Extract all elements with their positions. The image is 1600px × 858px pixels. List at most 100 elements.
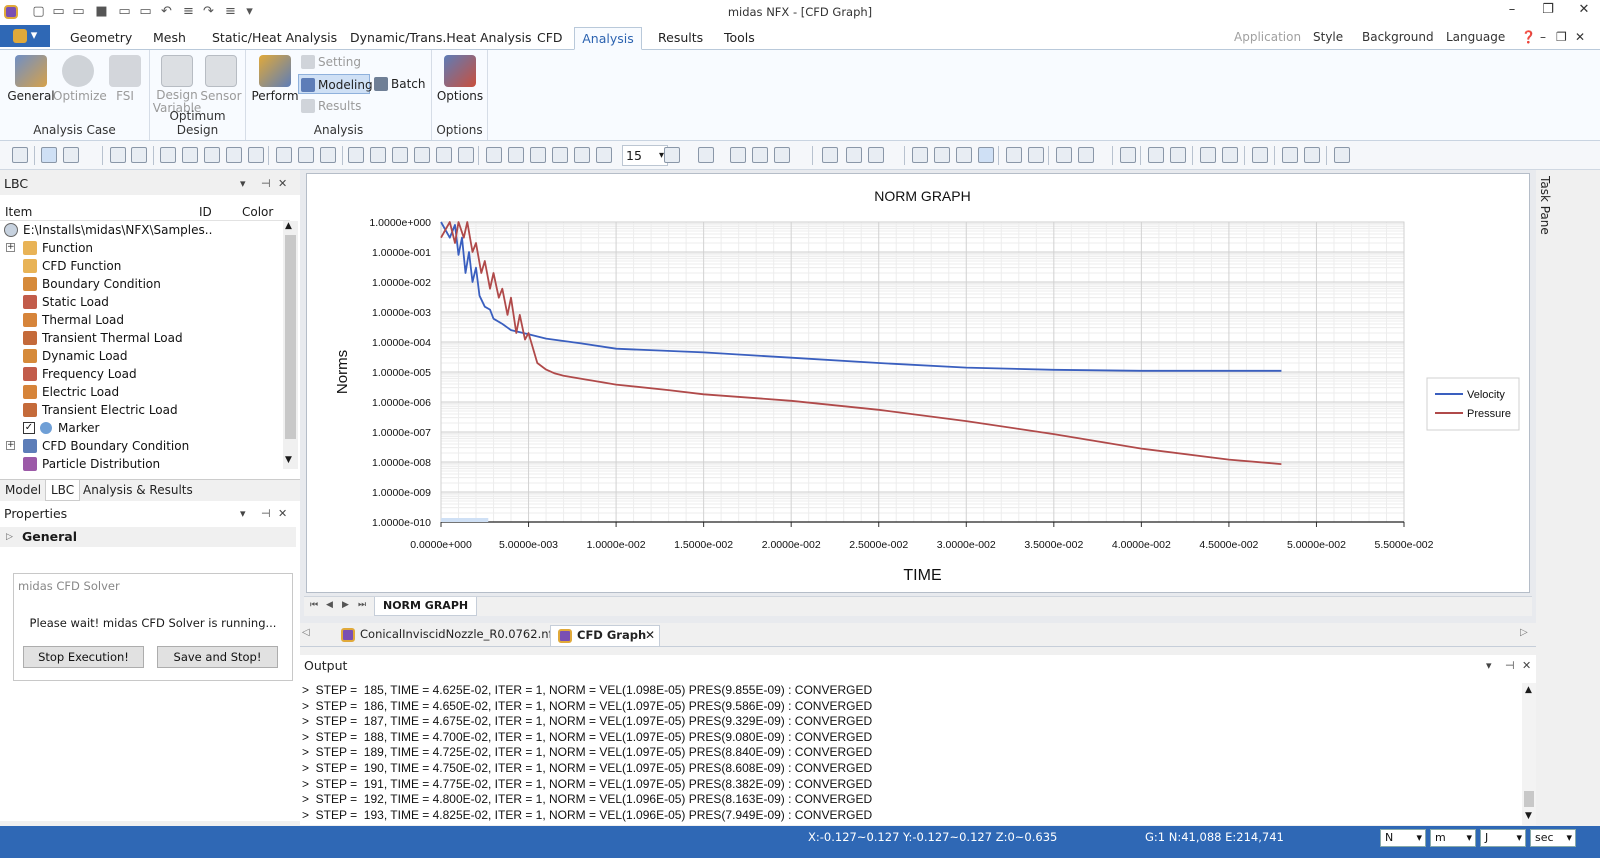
- prev-tab-icon[interactable]: ◀: [326, 600, 333, 610]
- tabs-scroll-left-icon[interactable]: ◁: [302, 627, 310, 638]
- arrow-up-icon[interactable]: [530, 147, 546, 163]
- zoom-window-icon[interactable]: [131, 147, 147, 163]
- expand-icon[interactable]: +: [6, 243, 15, 252]
- hide-icon[interactable]: [822, 147, 838, 163]
- fsi-button[interactable]: FSI: [100, 53, 150, 115]
- tab-lbc[interactable]: LBC: [45, 480, 81, 501]
- layer-icon[interactable]: [1120, 147, 1136, 163]
- expand-icon[interactable]: +: [6, 441, 15, 450]
- display-icon[interactable]: [868, 147, 884, 163]
- stop-execution-button[interactable]: Stop Execution!: [23, 646, 144, 668]
- maximize-button[interactable]: ❐: [1534, 2, 1562, 22]
- measure-icon[interactable]: [1006, 147, 1022, 163]
- arrow-right-icon[interactable]: [508, 147, 524, 163]
- pin-icon[interactable]: ⊣: [261, 173, 271, 195]
- application-menu-button[interactable]: ▾: [0, 25, 50, 47]
- setting-button[interactable]: Setting: [299, 52, 369, 72]
- snap-icon[interactable]: [1148, 147, 1164, 163]
- doc-close-button[interactable]: ✕: [1575, 30, 1585, 44]
- last-tab-icon[interactable]: ⏭: [358, 600, 366, 610]
- collapse-icon[interactable]: ▷: [6, 527, 13, 547]
- element-icon[interactable]: [1222, 147, 1238, 163]
- rotate-reverse-icon[interactable]: [226, 147, 242, 163]
- energy-unit-select[interactable]: J ▾: [1480, 829, 1526, 847]
- view-front-icon[interactable]: [348, 147, 364, 163]
- view-back-icon[interactable]: [370, 147, 386, 163]
- batch-button[interactable]: Batch: [372, 74, 428, 94]
- run-icon[interactable]: [12, 147, 28, 163]
- unlock-icon[interactable]: [63, 147, 79, 163]
- node-icon[interactable]: [1200, 147, 1216, 163]
- export-image-icon[interactable]: [1304, 147, 1320, 163]
- pen-icon[interactable]: [1334, 147, 1350, 163]
- task-pane-label[interactable]: Task Pane: [1538, 176, 1552, 235]
- query-icon[interactable]: [978, 147, 994, 163]
- capture-icon[interactable]: [1282, 147, 1298, 163]
- scroll-down-icon[interactable]: ▼: [1525, 811, 1532, 821]
- background-menu[interactable]: Background: [1362, 30, 1434, 44]
- view-top-icon[interactable]: [436, 147, 452, 163]
- scroll-up-icon[interactable]: ▲: [285, 221, 292, 231]
- panel-close-icon[interactable]: ✕: [1522, 655, 1531, 677]
- view-bottom-icon[interactable]: [458, 147, 474, 163]
- tab-results[interactable]: Results: [654, 27, 707, 50]
- output-scrollbar[interactable]: ▲ ▼: [1522, 683, 1536, 825]
- general-button[interactable]: General: [6, 53, 56, 115]
- modeling-button[interactable]: Modeling: [298, 74, 373, 94]
- tab-mesh[interactable]: Mesh: [149, 27, 190, 50]
- mesh-grid-icon[interactable]: [912, 147, 928, 163]
- minimize-button[interactable]: –: [1498, 2, 1526, 22]
- hash-icon[interactable]: [1056, 147, 1072, 163]
- tab-cfd-graph[interactable]: CFD Graph ✕: [550, 625, 660, 646]
- column-item[interactable]: Item: [5, 203, 32, 221]
- panel-close-icon[interactable]: ✕: [278, 503, 287, 525]
- panel-dropdown-icon[interactable]: ▾: [1486, 655, 1492, 677]
- tab-cfd[interactable]: CFD: [533, 27, 567, 50]
- panel-dropdown-icon[interactable]: ▾: [240, 503, 246, 525]
- options-button[interactable]: Options: [435, 53, 485, 115]
- general-section[interactable]: ▷ General: [0, 527, 296, 547]
- wireframe-icon[interactable]: [752, 147, 768, 163]
- task-pane-strip[interactable]: Task Pane: [1536, 170, 1560, 830]
- select-icon[interactable]: [1028, 147, 1044, 163]
- help-query-icon[interactable]: [1252, 147, 1268, 163]
- column-id[interactable]: ID: [199, 203, 212, 221]
- view-right-icon[interactable]: [414, 147, 430, 163]
- rotation-step-select[interactable]: 15 ▾: [622, 145, 668, 166]
- length-unit-select[interactable]: m ▾: [1430, 829, 1476, 847]
- perform-button[interactable]: Perform: [250, 53, 300, 115]
- tab-model[interactable]: Model: [0, 480, 46, 501]
- help-icon[interactable]: ❓: [1521, 30, 1536, 44]
- marker-checkbox[interactable]: ✓: [23, 422, 35, 434]
- zoom-fit-icon[interactable]: [160, 147, 176, 163]
- sensor-button[interactable]: Sensor: [196, 53, 246, 115]
- tab-tools[interactable]: Tools: [720, 27, 759, 50]
- language-menu[interactable]: Language: [1446, 30, 1505, 44]
- optimize-button[interactable]: Optimize: [53, 53, 107, 115]
- cut-plane-icon[interactable]: [934, 147, 950, 163]
- first-tab-icon[interactable]: ⏮: [310, 600, 318, 610]
- scroll-up-icon[interactable]: ▲: [1525, 685, 1532, 695]
- snap-grid-icon[interactable]: [1170, 147, 1186, 163]
- force-unit-select[interactable]: N ▾: [1380, 829, 1426, 847]
- clip-icon[interactable]: [956, 147, 972, 163]
- render-mode-icon[interactable]: [698, 147, 714, 163]
- scroll-thumb[interactable]: [285, 235, 296, 439]
- tab-analysis[interactable]: Analysis: [574, 27, 642, 50]
- lock-icon[interactable]: [41, 147, 57, 163]
- iso-view-icon[interactable]: [664, 147, 680, 163]
- tab-geometry[interactable]: Geometry: [66, 27, 136, 50]
- shade-icon[interactable]: [730, 147, 746, 163]
- style-menu[interactable]: Style: [1313, 30, 1343, 44]
- save-and-stop-button[interactable]: Save and Stop!: [157, 646, 278, 668]
- next-tab-icon[interactable]: ▶: [342, 600, 349, 610]
- zoom-in-icon[interactable]: [110, 147, 126, 163]
- axis-view-icon[interactable]: [298, 147, 314, 163]
- pin-icon[interactable]: ⊣: [261, 503, 271, 525]
- pan-icon[interactable]: [248, 147, 264, 163]
- hidden-line-icon[interactable]: [774, 147, 790, 163]
- design-variable-button[interactable]: Design Variable: [152, 53, 202, 115]
- pin-icon[interactable]: ⊣: [1505, 655, 1515, 677]
- zoom-area-icon[interactable]: [182, 147, 198, 163]
- show-icon[interactable]: [846, 147, 862, 163]
